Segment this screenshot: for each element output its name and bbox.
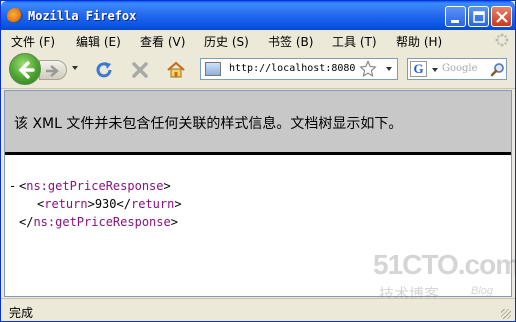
watermark-brand: 51CTO.com	[373, 249, 516, 280]
bookmark-star-icon[interactable]	[359, 60, 377, 78]
xml-root-open: <ns:getPriceResponse>	[19, 179, 171, 193]
menu-view[interactable]: 查看 (V)	[140, 33, 185, 50]
minimize-icon	[451, 20, 459, 23]
xml-root-tag: ns:getPriceResponse	[26, 179, 164, 193]
maximize-button[interactable]	[468, 6, 489, 27]
collapse-toggle[interactable]: -	[9, 179, 16, 193]
minimize-button[interactable]	[445, 6, 466, 27]
firefox-window: Mozilla Firefox 文件 (F) 编辑 (E) 查看 (V) 历史 …	[0, 0, 516, 322]
status-bar: 完成	[1, 298, 515, 321]
close-icon	[496, 11, 508, 23]
engine-dropdown-icon[interactable]	[432, 68, 438, 72]
firefox-logo-icon	[7, 8, 23, 24]
forward-button[interactable]	[39, 60, 67, 80]
search-bar[interactable]: G Google	[407, 58, 507, 80]
navigation-toolbar: http://localhost:8080 G Google	[1, 50, 515, 89]
stop-icon[interactable]	[129, 59, 151, 81]
maximize-icon	[473, 11, 485, 23]
xml-notice-banner: 该 XML 文件并未包含任何关联的样式信息。文档树显示如下。	[5, 91, 511, 155]
back-button[interactable]	[9, 53, 41, 85]
menu-tools[interactable]: 工具 (T)	[332, 33, 377, 50]
xml-root-close-tag: ns:getPriceResponse	[33, 215, 171, 229]
history-dropdown-icon[interactable]	[72, 66, 78, 70]
menu-bookmarks[interactable]: 书签 (B)	[268, 33, 313, 50]
resize-grip[interactable]	[501, 309, 511, 319]
back-arrow-icon	[18, 61, 35, 79]
home-icon[interactable]	[165, 59, 187, 81]
menu-edit[interactable]: 编辑 (E)	[76, 33, 121, 50]
close-button[interactable]	[491, 6, 512, 27]
url-history-dropdown-icon[interactable]	[386, 67, 392, 71]
xml-child-line: <return>930</return>	[37, 197, 182, 211]
watermark-blog: Blog	[471, 285, 494, 297]
activity-throbber-icon	[495, 33, 509, 47]
reload-icon[interactable]	[93, 59, 115, 81]
search-icon[interactable]	[490, 62, 505, 77]
menu-bar: 文件 (F) 编辑 (E) 查看 (V) 历史 (S) 书签 (B) 工具 (T…	[1, 30, 515, 50]
status-text: 完成	[9, 306, 34, 320]
xml-child-value: 930	[94, 197, 117, 211]
google-engine-icon[interactable]: G	[410, 61, 427, 77]
menu-file[interactable]: 文件 (F)	[11, 33, 55, 50]
xml-child-close-tag: return	[130, 197, 175, 211]
xml-root-close: </ns:getPriceResponse>	[19, 215, 178, 229]
page-favicon-icon	[205, 62, 221, 76]
forward-arrow-icon	[46, 65, 59, 77]
watermark-logo: 51CTO.com 技术博客 Blog	[373, 249, 516, 303]
window-title: Mozilla Firefox	[28, 9, 137, 23]
menu-help[interactable]: 帮助 (H)	[396, 33, 442, 50]
xml-child-open-tag: return	[44, 197, 88, 211]
search-input[interactable]: Google	[442, 63, 478, 74]
menu-history[interactable]: 历史 (S)	[204, 33, 249, 50]
url-input[interactable]: http://localhost:8080	[229, 63, 355, 74]
xml-notice-text: 该 XML 文件并未包含任何关联的样式信息。文档树显示如下。	[14, 116, 403, 132]
title-bar[interactable]: Mozilla Firefox	[1, 1, 515, 30]
